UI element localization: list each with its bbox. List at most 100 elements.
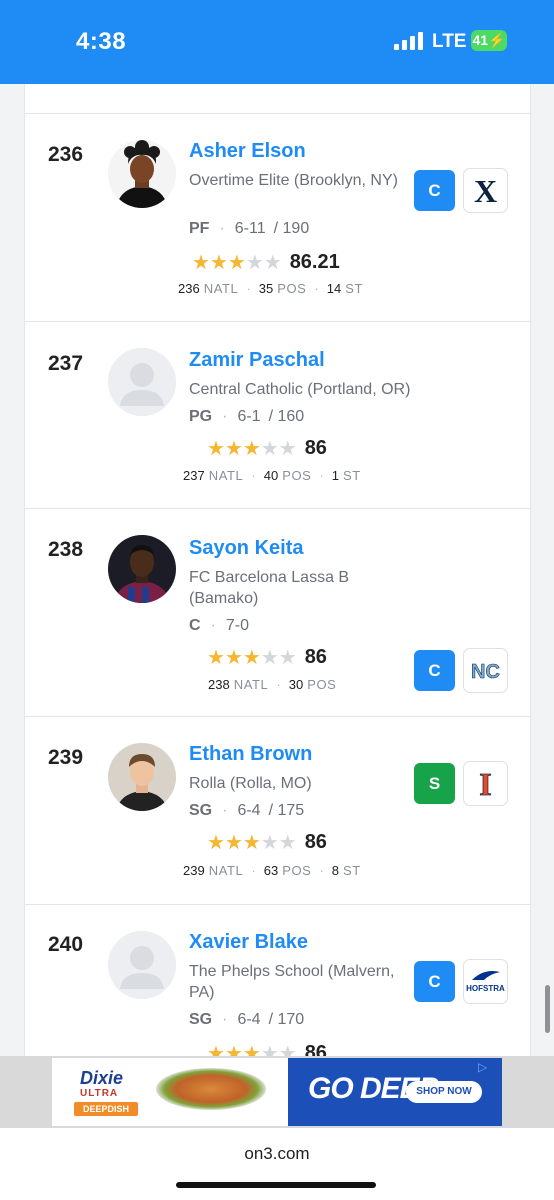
player-rank: 240: [48, 933, 84, 956]
player-name[interactable]: Sayon Keita: [189, 537, 303, 560]
separator-dot: ·: [222, 1011, 228, 1028]
player-rankings: 239 NATL · 63 POS · 8 ST: [183, 863, 361, 878]
ad-brand: Dixie: [80, 1068, 124, 1088]
natl-rank: 238: [208, 677, 230, 692]
player-row[interactable]: 239 Ethan Brown Rolla (Rolla, MO) SG · 6-4…: [25, 717, 530, 905]
north-carolina-logo[interactable]: NC: [463, 648, 508, 693]
xavier-letter: X: [474, 173, 497, 209]
player-avatar[interactable]: [108, 140, 176, 208]
ad-left-panel[interactable]: Dixie ULTRA DEEPDISH: [52, 1058, 288, 1126]
player-row[interactable]: 236 Asher Elson Overtime Elite (Brooklyn…: [25, 114, 530, 322]
natl-label: NATL: [208, 863, 244, 878]
star-filled-icon: ★: [242, 438, 261, 460]
player-weight: 160: [277, 408, 305, 425]
star-empty-icon: ★: [278, 438, 297, 460]
star-rating-icon: ★★★★★: [207, 645, 297, 670]
status-badge[interactable]: C: [414, 650, 455, 691]
player-name[interactable]: Zamir Paschal: [189, 349, 325, 372]
pos-rank: 63: [263, 863, 279, 878]
hofstra-logo[interactable]: HOFSTRA: [463, 959, 508, 1004]
separator-dot: ·: [222, 408, 228, 425]
player-rating: ★★★★★ 86: [207, 645, 327, 669]
adchoices-icon[interactable]: ▷: [478, 1060, 498, 1076]
status-badge[interactable]: S: [414, 763, 455, 804]
xavier-logo[interactable]: X: [463, 168, 508, 213]
state-label: ST: [343, 468, 361, 483]
food-plate-image: [156, 1068, 266, 1110]
player-row[interactable]: 240 Xavier Blake The Phelps School (Malv…: [25, 905, 530, 1056]
unc-letters: NC: [471, 661, 500, 683]
player-measurables: PF · 6-11/ 190: [189, 220, 310, 237]
separator-dot: ·: [319, 468, 324, 483]
player-rankings: 236 NATL · 35 POS · 14 ST: [178, 281, 363, 296]
star-filled-icon: ★: [227, 252, 246, 274]
natl-label: NATL: [233, 677, 269, 692]
player-measurables: SG · 6-4/ 175: [189, 802, 305, 819]
rating-score: 86: [304, 831, 327, 853]
star-empty-icon: ★: [278, 1043, 297, 1056]
player-rating: ★★★★★ 86: [207, 1041, 327, 1056]
natl-label: NATL: [208, 468, 244, 483]
player-row[interactable]: 238 Sayon Keita FC Barcelona Lassa B (Ba…: [25, 509, 530, 717]
pos-rank: 30: [288, 677, 304, 692]
star-rating-icon: ★★★★★: [192, 250, 282, 275]
pos-label: POS: [307, 677, 337, 692]
star-filled-icon: ★: [209, 252, 228, 274]
player-rank: 237: [48, 352, 84, 375]
rankings-list[interactable]: 236 Asher Elson Overtime Elite (Brooklyn…: [24, 84, 531, 1056]
player-avatar[interactable]: [108, 743, 176, 811]
player-weight: 175: [277, 802, 305, 819]
home-indicator[interactable]: [176, 1182, 376, 1188]
cellular-signal-icon: [394, 30, 424, 50]
network-type: LTE: [432, 31, 467, 52]
player-rating: ★★★★★ 86: [207, 436, 327, 460]
star-empty-icon: ★: [278, 832, 297, 854]
player-name[interactable]: Ethan Brown: [189, 743, 312, 766]
star-empty-icon: ★: [278, 647, 297, 669]
illinois-letter: I: [479, 766, 491, 802]
player-name[interactable]: Xavier Blake: [189, 931, 308, 954]
pos-rank: 35: [258, 281, 274, 296]
browser-bar: on3.com: [0, 1128, 554, 1200]
scrollbar-thumb[interactable]: [545, 985, 550, 1033]
player-avatar-placeholder[interactable]: [108, 348, 176, 416]
player-row[interactable]: 237 Zamir Paschal Central Catholic (Port…: [25, 322, 530, 509]
pos-label: POS: [282, 468, 312, 483]
status-badge[interactable]: C: [414, 170, 455, 211]
player-rankings: 238 NATL · 30 POS: [208, 677, 336, 692]
player-position: SG: [189, 802, 213, 819]
player-height: 6-4: [237, 1011, 261, 1028]
player-school: FC Barcelona Lassa B (Bamako): [189, 569, 350, 607]
separator-dot: ·: [219, 220, 225, 237]
rating-score: 86.21: [289, 251, 340, 273]
star-empty-icon: ★: [260, 1043, 279, 1056]
separator-dot: ·: [314, 281, 319, 296]
star-filled-icon: ★: [224, 832, 243, 854]
shop-now-button[interactable]: SHOP NOW: [406, 1081, 482, 1103]
natl-label: NATL: [203, 281, 239, 296]
pos-label: POS: [282, 863, 312, 878]
ad-banner[interactable]: Dixie ULTRA DEEPDISH GO DEEP SHOP NOW ▷: [0, 1056, 554, 1128]
player-height: 6-4: [237, 802, 261, 819]
status-badge[interactable]: C: [414, 961, 455, 1002]
separator-dot: ·: [251, 863, 256, 878]
player-name[interactable]: Asher Elson: [189, 140, 306, 163]
player-position: PF: [189, 220, 210, 237]
star-filled-icon: ★: [207, 832, 225, 854]
url-text[interactable]: on3.com: [0, 1144, 554, 1164]
star-rating-icon: ★★★★★: [207, 436, 297, 461]
star-filled-icon: ★: [207, 647, 225, 669]
state-label: ST: [345, 281, 364, 296]
separator-dot: ·: [222, 802, 228, 819]
player-avatar-placeholder[interactable]: [108, 931, 176, 999]
star-filled-icon: ★: [207, 438, 225, 460]
ad-right-panel[interactable]: GO DEEP SHOP NOW ▷: [288, 1058, 502, 1126]
player-weight: 170: [277, 1011, 305, 1028]
pos-label: POS: [277, 281, 307, 296]
player-height: 6-11: [234, 220, 266, 237]
star-filled-icon: ★: [224, 438, 243, 460]
hofstra-wordmark: HOFSTRA: [466, 984, 505, 993]
illinois-logo[interactable]: I: [463, 761, 508, 806]
player-avatar[interactable]: [108, 535, 176, 603]
star-empty-icon: ★: [263, 252, 282, 274]
